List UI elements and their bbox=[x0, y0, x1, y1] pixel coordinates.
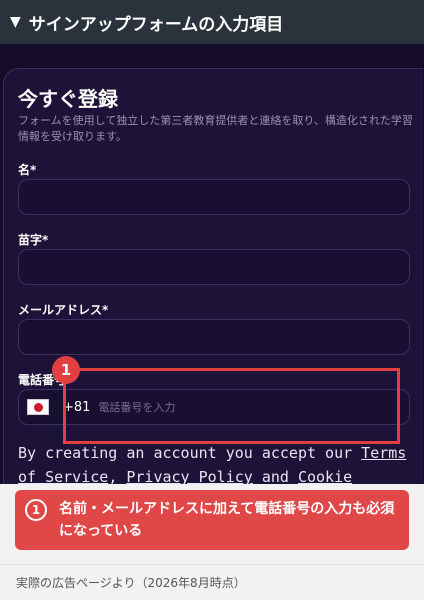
source-caption: 実際の広告ページより（2026年8月時点） bbox=[0, 564, 424, 600]
phone-input[interactable] bbox=[98, 400, 299, 414]
section-title: サインアップフォームの入力項目 bbox=[28, 14, 284, 35]
annotation-badge: 1 bbox=[52, 356, 80, 384]
section-header[interactable]: ▼ サインアップフォームの入力項目 bbox=[0, 0, 424, 44]
first-name-label: 名* bbox=[18, 163, 37, 177]
form-title: 今すぐ登録 bbox=[18, 87, 118, 111]
terms-text: By creating an account you accept our Te… bbox=[18, 444, 407, 486]
terms-link[interactable]: Terms bbox=[361, 444, 406, 462]
email-input[interactable] bbox=[18, 319, 410, 355]
collapse-triangle-icon[interactable]: ▼ bbox=[10, 14, 21, 30]
form-description: フォームを使用して独立した第三者教育提供者と連絡を取り、構造化された学習情報を受… bbox=[18, 114, 413, 143]
country-code: +81 bbox=[63, 399, 91, 415]
japan-flag-icon[interactable] bbox=[27, 399, 49, 415]
note-number: 1 bbox=[25, 499, 47, 521]
annotation-note: 1 名前・メールアドレスに加えて電話番号の入力も必須になっている bbox=[15, 490, 409, 550]
annotation-area: 1 名前・メールアドレスに加えて電話番号の入力も必須になっている bbox=[0, 484, 424, 564]
last-name-input[interactable] bbox=[18, 249, 410, 285]
signup-form-card: 今すぐ登録 フォームを使用して独立した第三者教育提供者と連絡を取り、構造化された… bbox=[3, 68, 423, 488]
first-name-input[interactable] bbox=[18, 179, 410, 215]
note-text: 名前・メールアドレスに加えて電話番号の入力も必須になっている bbox=[59, 501, 395, 539]
email-label: メールアドレス* bbox=[18, 303, 109, 317]
phone-field[interactable]: +81 bbox=[18, 389, 410, 425]
signup-page: 今すぐ登録 フォームを使用して独立した第三者教育提供者と連絡を取り、構造化された… bbox=[0, 44, 424, 488]
last-name-label: 苗字* bbox=[18, 233, 49, 247]
